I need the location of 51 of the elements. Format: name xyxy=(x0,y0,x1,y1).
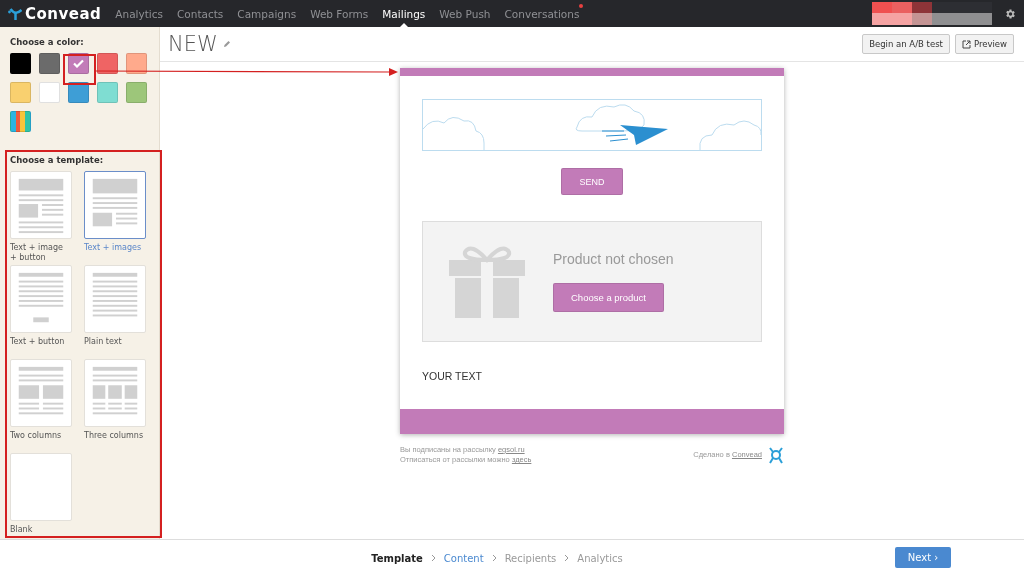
color-swatch[interactable] xyxy=(126,53,147,74)
nav-item[interactable]: Contacts xyxy=(177,0,224,27)
body-text: YOUR TEXT xyxy=(422,370,483,382)
color-swatch[interactable] xyxy=(97,82,118,103)
product-title: Product not chosen xyxy=(553,251,674,267)
color-swatch[interactable] xyxy=(97,53,118,74)
template-label: Two columns xyxy=(10,431,63,441)
nav-item[interactable]: Web Forms xyxy=(310,0,369,27)
nav-item[interactable]: Campaigns xyxy=(237,0,297,27)
check-icon xyxy=(73,59,84,68)
ab-test-button[interactable]: Begin an A/B test xyxy=(862,34,950,54)
template-label: Text + button xyxy=(10,337,66,347)
nav-item[interactable]: Mailings xyxy=(382,0,426,27)
chevron-icon xyxy=(430,554,436,562)
chevron-icon xyxy=(491,554,497,562)
nav-item[interactable]: Web Push xyxy=(439,0,491,27)
color-swatch[interactable] xyxy=(39,82,60,103)
color-swatch[interactable] xyxy=(10,82,31,103)
template-label: Blank xyxy=(10,525,34,535)
send-button[interactable]: SEND xyxy=(561,168,623,195)
template-label: Text + images xyxy=(84,243,143,253)
external-link-icon xyxy=(961,39,971,49)
template-label: Text + image + button xyxy=(10,243,64,263)
step-tab[interactable]: Content xyxy=(443,552,484,564)
mailing-title: NEW xyxy=(168,32,218,56)
chevron-icon xyxy=(564,554,570,562)
logo-text[interactable]: Convead xyxy=(25,4,102,23)
pencil-icon[interactable] xyxy=(222,40,231,48)
section-heading: Choose a color: xyxy=(10,37,85,47)
nav-item[interactable]: Conversations xyxy=(504,0,580,27)
color-swatch[interactable] xyxy=(10,111,31,132)
preview-button[interactable]: Preview xyxy=(954,34,1014,54)
template-label: Three columns xyxy=(84,431,145,441)
step-tab[interactable]: Template xyxy=(371,552,423,564)
logo-icon xyxy=(768,445,784,464)
highlight-frame xyxy=(63,54,96,85)
nav-item[interactable]: Analytics xyxy=(115,0,163,27)
step-tab[interactable]: Analytics xyxy=(577,552,623,564)
next-button[interactable]: Next › xyxy=(895,547,951,568)
section-heading: Choose a template: xyxy=(10,155,105,165)
step-tab[interactable]: Recipients xyxy=(504,552,557,564)
template-label: Plain text xyxy=(84,337,123,347)
template-thumbnail[interactable] xyxy=(84,171,146,239)
color-swatch[interactable] xyxy=(68,82,89,103)
color-swatch[interactable] xyxy=(68,53,89,74)
logo-icon xyxy=(8,7,22,20)
choose-product-button[interactable]: Choose a product xyxy=(553,283,664,312)
color-swatch[interactable] xyxy=(39,53,60,74)
color-swatch[interactable] xyxy=(10,53,31,74)
settings-icon[interactable] xyxy=(1004,7,1016,20)
color-swatch[interactable] xyxy=(126,82,147,103)
